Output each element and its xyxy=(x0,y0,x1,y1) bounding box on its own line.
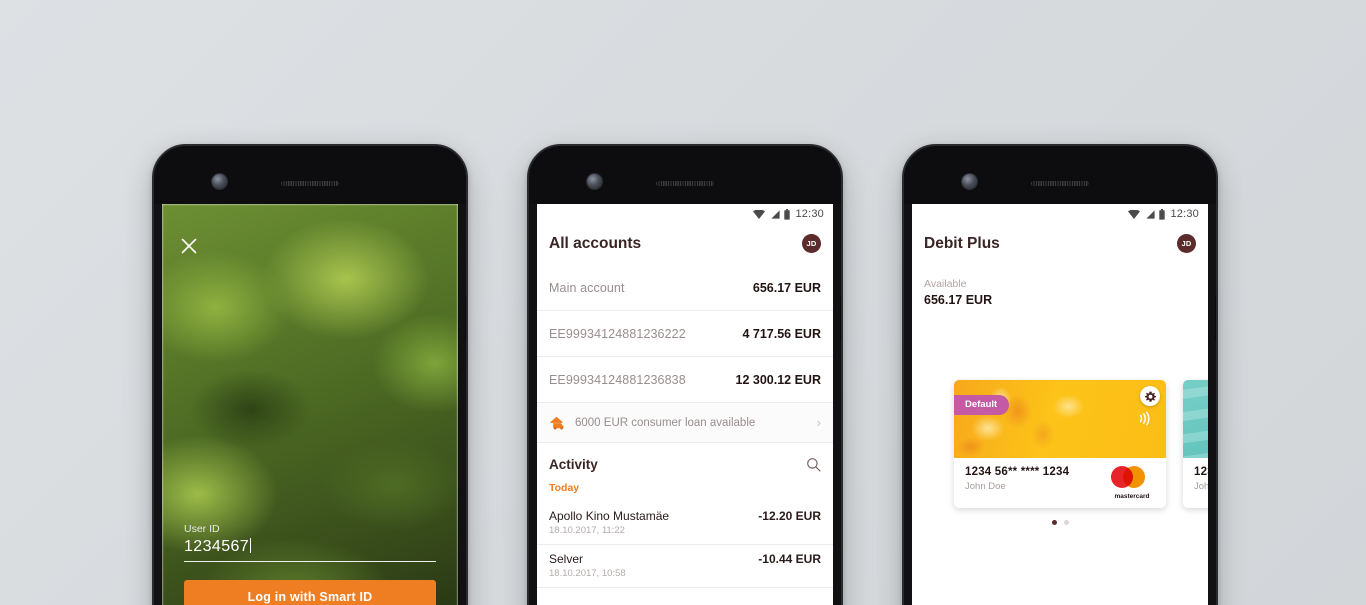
login-form: User ID 1234567 Log in with Smart ID xyxy=(184,523,436,605)
house-car-icon xyxy=(550,416,564,430)
accounts-header: All accounts JD xyxy=(537,224,833,265)
transaction-row-0[interactable]: Apollo Kino Mustamäe 18.10.2017, 11:22 -… xyxy=(537,502,833,545)
battery-icon xyxy=(1159,208,1166,220)
transaction-info: Apollo Kino Mustamäe 18.10.2017, 11:22 xyxy=(549,509,669,536)
transaction-merchant: Selver xyxy=(549,552,584,566)
page-title: All accounts xyxy=(549,234,642,252)
card-footer: 1234 56** **** 1234 John Doe mastercard xyxy=(954,458,1166,508)
balance-block: Available 656.17 EUR xyxy=(912,265,1208,307)
card-holder: John Doe xyxy=(965,481,1006,492)
card-number: 1234 56** **** 1234 xyxy=(965,466,1070,478)
front-camera-icon xyxy=(962,174,977,189)
card-artwork xyxy=(1183,380,1208,458)
account-amount: 4 717.56 EUR xyxy=(742,326,821,341)
power-button[interactable] xyxy=(1215,296,1216,342)
card-identity: 123 John xyxy=(1194,466,1208,492)
consumer-loan-banner[interactable]: 6000 EUR consumer loan available › xyxy=(537,403,833,443)
text-caret xyxy=(250,538,252,553)
account-name: EE99934124881236222 xyxy=(549,326,686,341)
transaction-datetime: 18.10.2017, 11:22 xyxy=(549,525,625,536)
wifi-icon xyxy=(1128,209,1141,219)
status-bar: 12:30 xyxy=(912,204,1208,224)
carousel-dot-1[interactable] xyxy=(1063,520,1069,525)
earpiece-speaker xyxy=(656,181,714,186)
login-with-smart-id-button[interactable]: Log in with Smart ID xyxy=(184,580,436,605)
contactless-icon xyxy=(1139,411,1150,426)
status-badge: Default xyxy=(954,395,1010,415)
earpiece-speaker xyxy=(1031,181,1089,186)
account-row-1[interactable]: EE99934124881236222 4 717.56 EUR xyxy=(537,311,833,357)
card-settings-button[interactable] xyxy=(1140,386,1160,406)
account-amount: 656.17 EUR xyxy=(752,280,821,295)
gear-icon xyxy=(1144,391,1156,402)
close-icon[interactable] xyxy=(179,236,199,256)
screen-card-detail: 12:30 Debit Plus JD Available 656.17 EUR… xyxy=(912,204,1208,605)
activity-title: Activity xyxy=(549,457,598,472)
avatar[interactable]: JD xyxy=(802,234,821,253)
transaction-amount: -12.20 EUR xyxy=(758,509,821,523)
transaction-amount: -10.44 EUR xyxy=(758,552,821,566)
card-footer: 123 John xyxy=(1183,458,1208,508)
screen-login: 12:30 User ID 1234567 Log in with Smart … xyxy=(162,204,458,605)
status-bar: 12:30 xyxy=(537,204,833,224)
consumer-loan-text: 6000 EUR consumer loan available xyxy=(575,416,756,429)
available-label: Available xyxy=(924,278,967,290)
phone-device-cards: 12:30 Debit Plus JD Available 656.17 EUR… xyxy=(902,144,1218,605)
card-holder: John xyxy=(1194,481,1208,492)
carousel-pagination xyxy=(954,520,1166,525)
mastercard-wordmark: mastercard xyxy=(1114,493,1150,500)
front-camera-icon xyxy=(587,174,602,189)
card-carousel[interactable]: 123 John Default xyxy=(912,380,1208,525)
card-item-0[interactable]: Default 1234 56** **** 1234 John Doe mas… xyxy=(954,380,1166,508)
user-id-input[interactable]: 1234567 xyxy=(184,538,436,562)
avatar[interactable]: JD xyxy=(1177,234,1196,253)
status-bar-time: 12:30 xyxy=(1170,208,1199,220)
transaction-row-1[interactable]: Selver 18.10.2017, 10:58 -10.44 EUR xyxy=(537,545,833,588)
card-identity: 1234 56** **** 1234 John Doe xyxy=(965,466,1069,492)
account-name: EE99934124881236838 xyxy=(549,372,686,387)
page-title: Debit Plus xyxy=(924,234,1000,252)
user-id-value: 1234567 xyxy=(184,538,250,555)
card-artwork: Default xyxy=(954,380,1166,458)
phone-bezel-top xyxy=(529,146,841,204)
phone-bezel-top xyxy=(154,146,466,204)
signal-icon xyxy=(1146,209,1156,219)
card-number: 123 xyxy=(1194,466,1208,478)
user-id-label: User ID xyxy=(184,523,220,535)
earpiece-speaker xyxy=(281,181,339,186)
account-name: Main account xyxy=(549,280,625,295)
activity-header: Activity xyxy=(537,443,833,482)
screen-accounts: 12:30 All accounts JD Main account 656.1… xyxy=(537,204,833,605)
mastercard-orange-circle xyxy=(1123,466,1145,488)
transaction-merchant: Apollo Kino Mustamäe xyxy=(549,509,670,523)
battery-icon xyxy=(784,208,791,220)
chevron-right-icon: › xyxy=(816,415,821,430)
carousel-dot-0[interactable] xyxy=(1051,520,1057,525)
phone-device-accounts: 12:30 All accounts JD Main account 656.1… xyxy=(527,144,843,605)
account-row-2[interactable]: EE99934124881236838 12 300.12 EUR xyxy=(537,357,833,403)
signal-icon xyxy=(771,209,781,219)
wifi-icon xyxy=(753,209,766,219)
phone-bezel-top xyxy=(904,146,1216,204)
power-button[interactable] xyxy=(840,296,841,342)
transaction-info: Selver 18.10.2017, 10:58 xyxy=(549,552,626,579)
phone-device-login: 12:30 User ID 1234567 Log in with Smart … xyxy=(152,144,468,605)
card-item-1[interactable]: 123 John xyxy=(1183,380,1208,508)
status-bar-time: 12:30 xyxy=(795,208,824,220)
card-header: Debit Plus JD xyxy=(912,224,1208,265)
power-button[interactable] xyxy=(465,296,466,342)
front-camera-icon xyxy=(212,174,227,189)
mastercard-logo-icon: mastercard xyxy=(1109,466,1155,500)
activity-group-label: Today xyxy=(549,482,580,494)
account-row-0[interactable]: Main account 656.17 EUR xyxy=(537,265,833,311)
account-amount: 12 300.12 EUR xyxy=(735,372,821,387)
available-amount: 656.17 EUR xyxy=(924,293,993,307)
transaction-datetime: 18.10.2017, 10:58 xyxy=(549,568,626,579)
search-icon[interactable] xyxy=(806,457,821,472)
